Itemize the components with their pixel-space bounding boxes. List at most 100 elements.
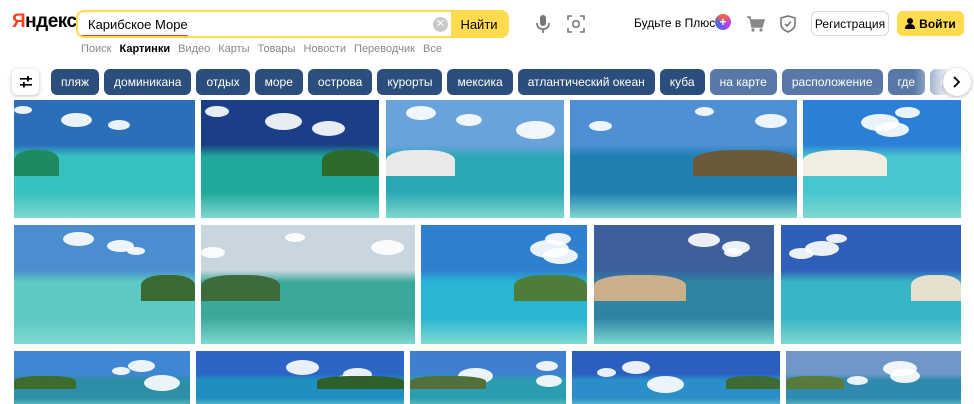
shore-shape — [14, 150, 59, 176]
chevron-right-icon[interactable] — [943, 68, 971, 96]
query-chip[interactable]: на карте — [709, 69, 777, 95]
image-caribbean-3[interactable] — [386, 100, 564, 218]
register-button[interactable]: Регистрация — [811, 11, 889, 36]
logo-text: ндекс — [25, 11, 77, 32]
cloud-shape — [895, 107, 920, 118]
shore-shape — [141, 275, 195, 301]
query-chip[interactable]: расположение — [781, 69, 883, 95]
query-chip[interactable]: атлантический океан — [517, 69, 655, 95]
camera-search-icon[interactable] — [564, 12, 588, 36]
cloud-shape — [285, 233, 305, 242]
query-chip[interactable]: курорты — [377, 69, 443, 95]
logo-letter: Я — [12, 11, 26, 32]
image-caribbean-1[interactable] — [14, 100, 195, 218]
image-caribbean-4[interactable] — [570, 100, 797, 218]
cloud-shape — [265, 113, 302, 130]
query-chip[interactable]: куба — [659, 69, 705, 95]
plus-promo-text[interactable]: Будьте в Плюсе — [634, 16, 722, 30]
query-chip[interactable]: море — [254, 69, 303, 95]
cloud-shape — [112, 367, 130, 375]
cloud-shape — [724, 248, 743, 257]
cloud-shape — [589, 121, 612, 131]
cloud-shape — [597, 368, 616, 377]
query-chips: пляж доминикана отдых море острова курорты мек… — [51, 69, 974, 95]
filter-icon[interactable] — [12, 69, 39, 95]
shore-shape — [726, 376, 780, 389]
tab-maps[interactable]: Карты — [218, 43, 249, 57]
tab-news[interactable]: Новости — [303, 43, 346, 57]
image-caribbean-6[interactable] — [14, 225, 195, 344]
shore-shape — [514, 275, 587, 301]
login-label: Войти — [919, 16, 956, 31]
cloud-shape — [688, 233, 720, 247]
login-button[interactable]: Войти — [897, 11, 964, 36]
image-caribbean-2[interactable] — [201, 100, 379, 218]
cloud-shape — [312, 121, 345, 136]
tab-images[interactable]: Картинки — [119, 43, 170, 57]
cloud-shape — [14, 106, 32, 114]
tab-video[interactable]: Видео — [178, 43, 210, 57]
plus-icon[interactable]: + — [715, 14, 731, 30]
query-chip[interactable]: острова — [307, 69, 373, 95]
cloud-shape — [406, 106, 436, 120]
yandex-logo[interactable]: Яндекс — [12, 11, 77, 33]
image-caribbean-5[interactable] — [803, 100, 961, 218]
cloud-shape — [127, 247, 145, 255]
image-caribbean-14[interactable] — [572, 351, 780, 404]
cloud-shape — [205, 106, 229, 117]
query-chip[interactable]: мексика — [447, 69, 513, 95]
cloud-shape — [536, 375, 562, 387]
image-caribbean-11[interactable] — [14, 351, 190, 404]
image-caribbean-12[interactable] — [196, 351, 404, 404]
cloud-shape — [695, 107, 714, 116]
cloud-shape — [516, 121, 555, 139]
shore-shape — [201, 275, 280, 301]
image-caribbean-13[interactable] — [410, 351, 566, 404]
cloud-shape — [63, 232, 94, 246]
shore-shape — [786, 376, 844, 389]
clear-icon[interactable]: ✕ — [433, 17, 448, 32]
tab-all[interactable]: Все — [423, 43, 442, 57]
image-caribbean-9[interactable] — [594, 225, 774, 344]
cloud-shape — [883, 361, 917, 376]
service-tabs: Поиск Картинки Видео Карты Товары Новост… — [81, 43, 442, 57]
cloud-shape — [847, 376, 868, 385]
image-caribbean-15[interactable] — [786, 351, 961, 404]
shield-icon[interactable] — [776, 12, 800, 36]
image-caribbean-8[interactable] — [421, 225, 587, 344]
query-chip[interactable]: доминикана — [104, 69, 192, 95]
cloud-shape — [108, 120, 130, 130]
cloud-shape — [286, 360, 319, 375]
image-caribbean-10[interactable] — [781, 225, 961, 344]
cloud-shape — [536, 361, 558, 371]
cloud-shape — [456, 114, 482, 126]
related-queries: пляж доминикана отдых море острова курорты мек… — [0, 66, 974, 98]
cloud-shape — [530, 240, 569, 258]
shore-shape — [322, 150, 379, 176]
microphone-icon[interactable] — [531, 12, 555, 36]
tab-search[interactable]: Поиск — [81, 43, 111, 57]
cloud-shape — [144, 375, 180, 391]
cloud-shape — [755, 114, 787, 128]
cloud-shape — [647, 376, 684, 393]
header: Яндекс ✕ Найти Будьте в Плюсе + Регистра… — [0, 0, 974, 44]
tab-products[interactable]: Товары — [258, 43, 296, 57]
search-button[interactable]: Найти — [451, 12, 507, 36]
shore-shape — [317, 376, 404, 389]
query-chip[interactable]: пляж — [51, 69, 100, 95]
shore-shape — [803, 150, 887, 176]
shore-shape — [14, 376, 76, 389]
query-chip[interactable]: отдых — [196, 69, 250, 95]
cart-icon[interactable] — [744, 12, 768, 36]
cloud-shape — [622, 361, 650, 374]
shore-shape — [594, 275, 686, 301]
cloud-shape — [61, 113, 92, 127]
user-icon — [905, 18, 916, 29]
image-caribbean-7[interactable] — [201, 225, 415, 344]
tab-translator[interactable]: Переводчик — [354, 43, 415, 57]
search-input[interactable] — [78, 12, 453, 36]
cloud-shape — [789, 248, 814, 259]
search-bar: ✕ Найти — [76, 10, 509, 38]
cloud-shape — [861, 114, 899, 131]
cloud-shape — [371, 240, 404, 255]
